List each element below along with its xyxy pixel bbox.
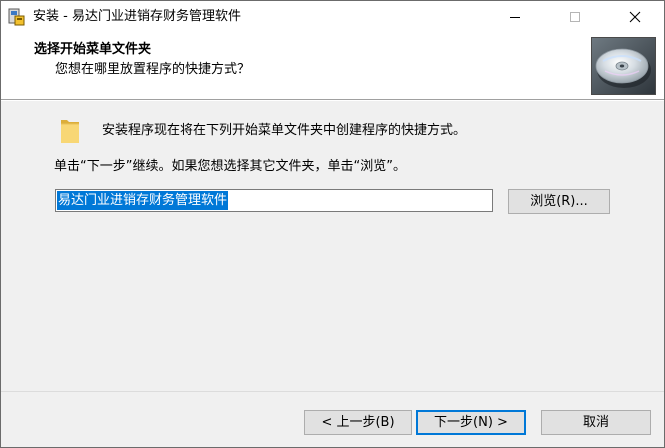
minimize-icon[interactable]: [492, 1, 538, 33]
page-subtitle: 您想在哪里放置程序的快捷方式？: [55, 62, 251, 77]
title-bar[interactable]: 安装 - 易达门业进销存财务管理软件: [1, 1, 664, 33]
back-button[interactable]: < 上一步(B): [304, 410, 412, 435]
start-menu-folder-input[interactable]: 易达门业进销存财务管理软件: [55, 189, 493, 212]
next-button[interactable]: 下一步(N) >: [416, 410, 526, 435]
folder-input-value: 易达门业进销存财务管理软件: [57, 191, 229, 210]
intro-text: 安装程序现在将在下列开始菜单文件夹中创建程序的快捷方式。: [102, 123, 467, 138]
instruction-text: 单击“下一步”继续。如果您想选择其它文件夹，单击“浏览”。: [54, 159, 406, 174]
close-icon[interactable]: [612, 1, 658, 33]
installer-icon: [7, 8, 25, 26]
maximize-icon[interactable]: [552, 1, 598, 33]
window-title: 安装 - 易达门业进销存财务管理软件: [33, 9, 241, 24]
header-divider-highlight: [1, 100, 664, 101]
page-title: 选择开始菜单文件夹: [34, 42, 152, 57]
browse-button[interactable]: 浏览(R)...: [508, 189, 610, 214]
wizard-header: 选择开始菜单文件夹 您想在哪里放置程序的快捷方式？: [1, 33, 664, 99]
cancel-button[interactable]: 取消: [541, 410, 651, 435]
footer-divider: [1, 391, 664, 392]
folder-icon: [59, 116, 81, 146]
cd-disc-icon: [591, 37, 656, 95]
setup-wizard-window: 安装 - 易达门业进销存财务管理软件 选择开始菜单文件夹 您想在哪里放置程序的快…: [0, 0, 665, 448]
